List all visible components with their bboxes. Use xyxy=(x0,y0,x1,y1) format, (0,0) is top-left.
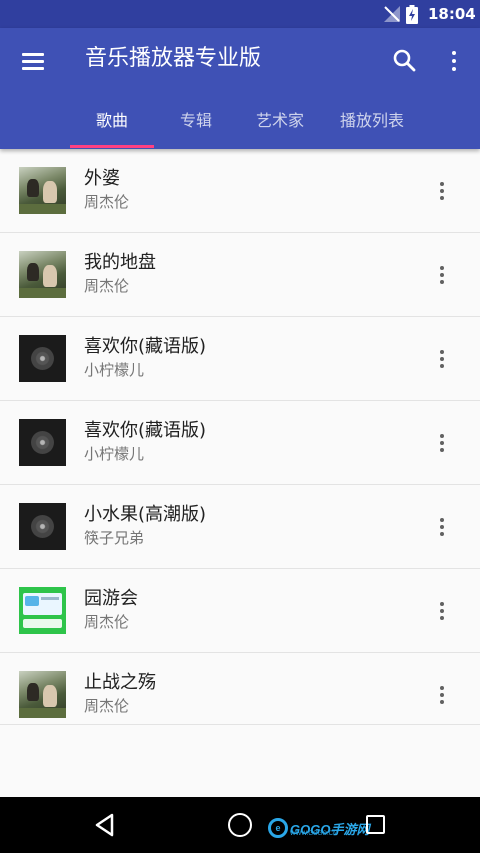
more-vert-icon[interactable] xyxy=(430,177,454,205)
album-art xyxy=(19,167,66,214)
song-title: 我的地盘 xyxy=(84,252,156,273)
tab-playlists[interactable]: 播放列表 xyxy=(322,100,422,149)
song-artist: 周杰伦 xyxy=(84,277,130,295)
song-title: 小水果(高潮版) xyxy=(84,504,207,525)
home-icon[interactable] xyxy=(228,813,252,837)
disc-icon xyxy=(19,419,66,466)
status-bar: 18:04 xyxy=(0,0,480,28)
album-art xyxy=(19,671,66,718)
disc-icon xyxy=(19,503,66,550)
search-icon[interactable] xyxy=(390,46,420,76)
list-item[interactable]: 喜欢你(藏语版) 小柠檬儿 xyxy=(0,317,480,401)
more-vert-icon[interactable] xyxy=(430,513,454,541)
song-artist: 周杰伦 xyxy=(84,613,130,631)
menu-icon[interactable] xyxy=(14,46,52,76)
watermark-logo: e GOGO手游网 WWW.GOGO.CN xyxy=(268,817,369,839)
app-bar: 音乐播放器专业版 歌曲 专辑 艺术家 播放列表 xyxy=(0,28,480,149)
list-item[interactable]: 喜欢你(藏语版) 小柠檬儿 xyxy=(0,401,480,485)
more-vert-icon[interactable] xyxy=(440,46,468,76)
album-art xyxy=(19,587,66,634)
more-vert-icon[interactable] xyxy=(430,345,454,373)
navigation-bar: e GOGO手游网 WWW.GOGO.CN xyxy=(0,797,480,853)
list-item[interactable]: 小水果(高潮版) 筷子兄弟 xyxy=(0,485,480,569)
tab-artists[interactable]: 艺术家 xyxy=(238,100,322,149)
song-title: 止战之殇 xyxy=(84,672,156,693)
tab-songs[interactable]: 歌曲 xyxy=(70,100,154,149)
tab-albums[interactable]: 专辑 xyxy=(154,100,238,149)
more-vert-icon[interactable] xyxy=(430,597,454,625)
back-icon[interactable] xyxy=(92,812,118,838)
more-vert-icon[interactable] xyxy=(430,261,454,289)
song-title: 喜欢你(藏语版) xyxy=(84,336,207,357)
list-item[interactable]: 外婆 周杰伦 xyxy=(0,149,480,233)
song-title: 园游会 xyxy=(84,588,138,609)
watermark-sub: WWW.GOGO.CN xyxy=(290,831,338,837)
song-artist: 周杰伦 xyxy=(84,193,130,211)
more-vert-icon[interactable] xyxy=(430,429,454,457)
more-vert-icon[interactable] xyxy=(430,681,454,709)
song-title: 外婆 xyxy=(84,168,120,189)
album-art xyxy=(19,251,66,298)
list-item[interactable]: 止战之殇 周杰伦 xyxy=(0,653,480,725)
song-artist: 小柠檬儿 xyxy=(84,361,145,379)
recent-apps-icon[interactable] xyxy=(366,815,385,834)
song-artist: 周杰伦 xyxy=(84,697,130,715)
song-artist: 筷子兄弟 xyxy=(84,529,145,547)
list-item[interactable]: 我的地盘 周杰伦 xyxy=(0,233,480,317)
tab-indicator xyxy=(70,145,154,148)
status-time: 18:04 xyxy=(428,5,476,23)
song-list: 外婆 周杰伦 我的地盘 周杰伦 喜欢你(藏语版) 小柠檬儿 喜欢你(藏语版) 小… xyxy=(0,149,480,725)
list-item[interactable]: 园游会 周杰伦 xyxy=(0,569,480,653)
song-artist: 小柠檬儿 xyxy=(84,445,145,463)
battery-charging-icon xyxy=(406,5,418,24)
disc-icon xyxy=(19,335,66,382)
song-title: 喜欢你(藏语版) xyxy=(84,420,207,441)
no-signal-icon xyxy=(384,6,400,22)
app-title: 音乐播放器专业版 xyxy=(85,46,262,71)
